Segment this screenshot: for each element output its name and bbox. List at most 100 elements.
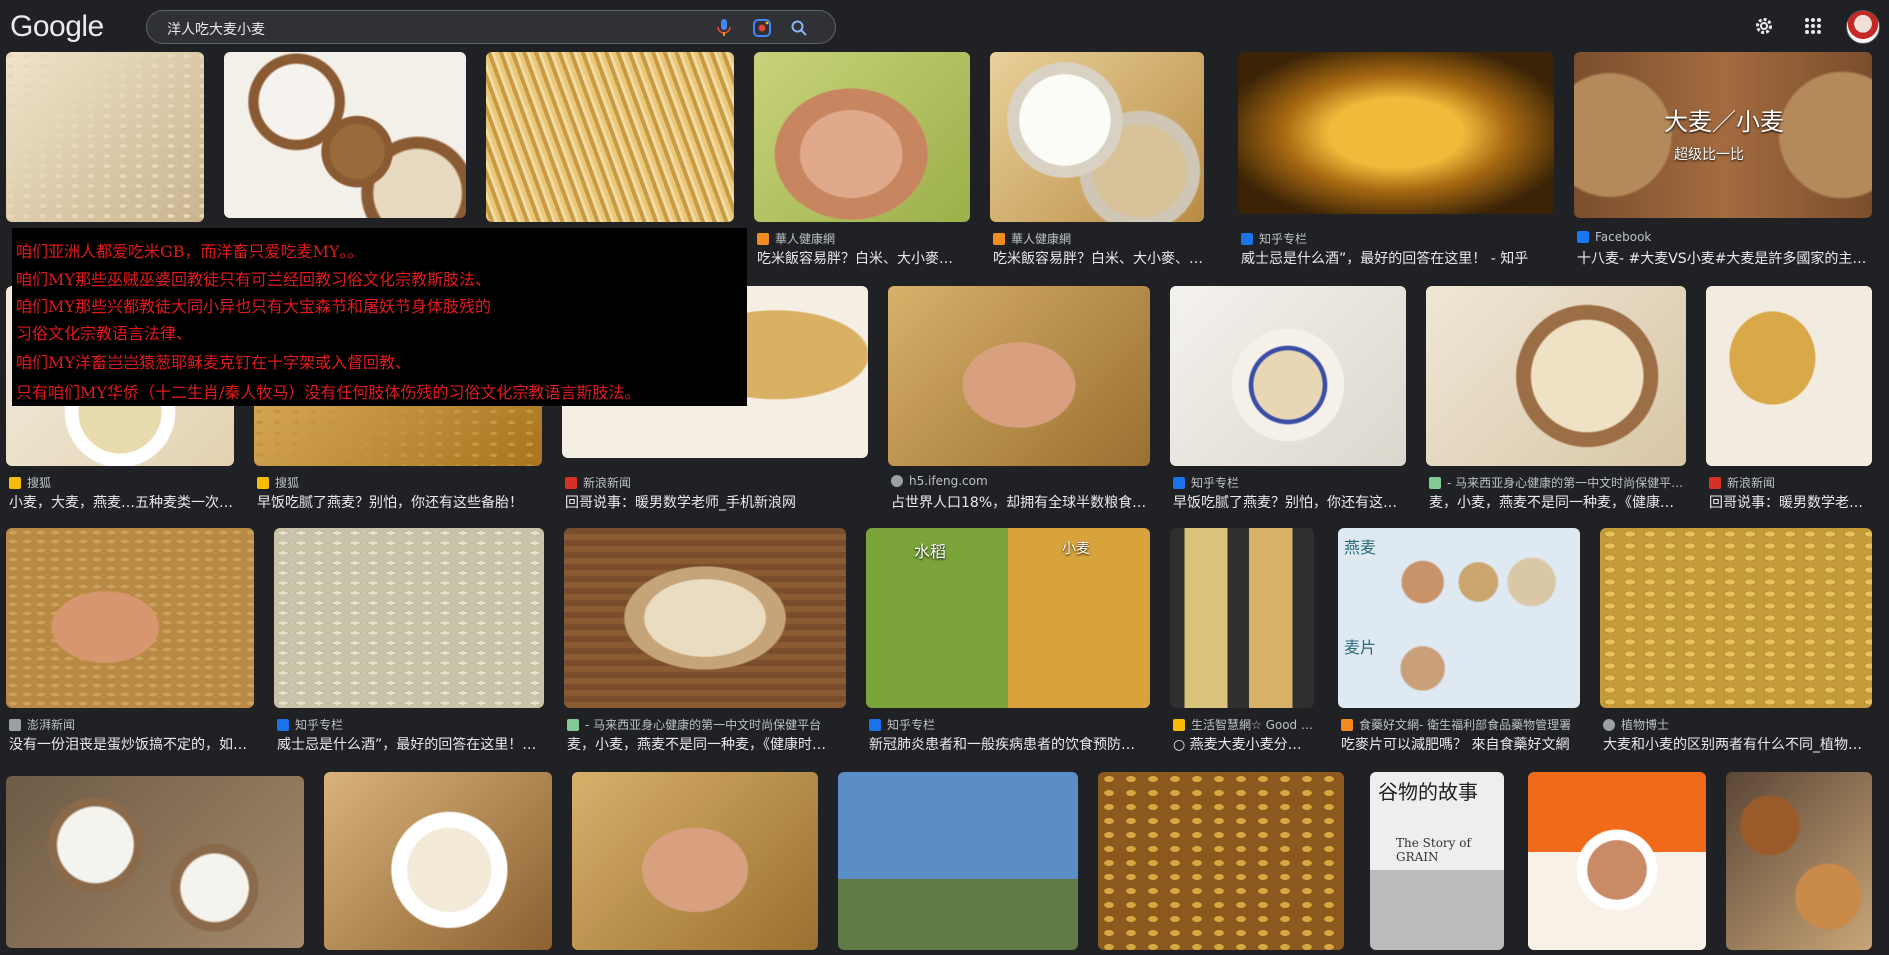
result-source[interactable]: 知乎专栏 (869, 716, 1153, 733)
result-caption[interactable]: 威士忌是什么酒”，最好的回答在这里！… (277, 734, 543, 754)
result-thumbnail[interactable] (1528, 772, 1706, 950)
overlay-line: 咱们亚洲人都爱吃米GB，而洋畜只爱吃麦MY。。 (16, 242, 364, 261)
result-source[interactable]: 知乎专栏 (1173, 474, 1409, 491)
top-bar: Google 洋人吃大麦小麦 (0, 0, 1889, 52)
source-favicon-icon (1429, 476, 1441, 489)
source-favicon-icon (993, 232, 1005, 245)
result-thumbnail[interactable] (1170, 286, 1406, 466)
result-thumbnail[interactable] (1600, 528, 1872, 708)
mic-icon[interactable] (714, 18, 734, 38)
book-title: 谷物的故事 (1378, 780, 1478, 804)
result-source[interactable]: 食藥好文網- 衛生福利部食品藥物管理署 (1341, 716, 1583, 733)
result-caption[interactable]: 早饭吃腻了燕麦？别怕，你还有这… (1173, 492, 1405, 512)
result-caption[interactable]: 大麦和小麦的区别两者有什么不同_植物… (1603, 734, 1871, 754)
result-thumbnail[interactable]: 水稻 小麦 (866, 528, 1150, 708)
result-thumbnail[interactable]: 大麦／小麦 超级比一比 (1574, 52, 1872, 218)
result-source[interactable]: 華人健康網 (993, 230, 1207, 247)
result-source[interactable]: 新浪新闻 (1709, 474, 1875, 491)
result-source[interactable]: 生活智慧網☆ Good … (1173, 716, 1317, 733)
search-icon[interactable] (789, 18, 809, 38)
result-caption[interactable]: 麦，小麦，燕麦不是同一种麦，《健康时… (567, 734, 845, 754)
source-favicon-icon (565, 476, 577, 489)
account-avatar[interactable] (1846, 10, 1880, 44)
source-favicon-icon (1173, 718, 1185, 731)
result-source[interactable]: Facebook (1577, 230, 1875, 244)
source-favicon-icon (1341, 718, 1353, 731)
source-favicon-icon (567, 718, 579, 731)
result-source[interactable]: - 马来西亚身心健康的第一中文时尚保健平… (1429, 474, 1689, 491)
image-label-wheat: 小麦 (1062, 541, 1090, 557)
result-caption[interactable]: 小麦，大麦，燕麦…五种麦类一次… (9, 492, 233, 512)
result-source[interactable]: 華人健康網 (757, 230, 973, 247)
banner-subtitle: 超级比一比 (1674, 147, 1744, 163)
result-thumbnail[interactable] (6, 776, 304, 948)
result-thumbnail[interactable] (324, 772, 552, 950)
result-thumbnail[interactable] (274, 528, 544, 708)
result-thumbnail[interactable]: 谷物的故事 The Story of GRAIN (1370, 772, 1504, 950)
result-source[interactable]: 知乎专栏 (277, 716, 547, 733)
source-favicon-icon (1709, 476, 1721, 489)
result-caption[interactable]: ○ 燕麦大麦小麦分不… (1173, 734, 1313, 754)
result-source[interactable]: 新浪新闻 (565, 474, 871, 491)
camera-lens-icon[interactable] (752, 18, 772, 38)
result-thumbnail[interactable] (1726, 772, 1872, 950)
apps-grid-icon[interactable] (1801, 14, 1825, 38)
result-thumbnail[interactable] (6, 528, 254, 708)
result-caption[interactable]: 回哥说事：暖男数学老师_手机新浪网 (565, 492, 867, 512)
source-favicon-icon (9, 476, 21, 489)
source-favicon-icon (277, 718, 289, 731)
result-source[interactable]: 知乎专栏 (1241, 230, 1557, 247)
result-caption[interactable]: 吃麥片可以減肥嗎？ 來自食藥好文網 (1341, 734, 1579, 754)
result-caption[interactable]: 吃米飯容易胖？白米、大小麥… (757, 248, 969, 268)
result-thumbnail[interactable] (1238, 52, 1554, 214)
result-thumbnail[interactable] (224, 52, 466, 218)
result-caption[interactable]: 威士忌是什么酒”，最好的回答在这里！ - 知乎 (1241, 248, 1553, 268)
banner-title: 大麦／小麦 (1664, 108, 1784, 136)
overlay-line: 只有咱们MY华侨（十二生肖/秦人牧马）没有任何肢体伤残的习俗文化宗教语言斯肢法。 (16, 383, 641, 402)
result-source[interactable]: 植物博士 (1603, 716, 1875, 733)
source-favicon-icon (757, 232, 769, 245)
source-favicon-icon (257, 476, 269, 489)
google-logo[interactable]: Google (10, 10, 104, 44)
source-favicon-icon (869, 718, 881, 731)
result-thumbnail[interactable] (754, 52, 970, 222)
result-caption[interactable]: 麦，小麦，燕麦不是同一种麦，《健康… (1429, 492, 1685, 512)
result-thumbnail[interactable] (486, 52, 734, 222)
result-thumbnail[interactable] (6, 52, 204, 222)
result-caption[interactable]: 占世界人口18%，却拥有全球半数粮食… (891, 492, 1149, 512)
overlay-line: 咱们MY那些巫贼巫婆回教徒只有可兰经回教习俗文化宗教斯肢法、 (16, 270, 491, 289)
source-favicon-icon (1173, 476, 1185, 489)
search-input[interactable]: 洋人吃大麦小麦 (167, 19, 265, 39)
search-box[interactable]: 洋人吃大麦小麦 (146, 10, 836, 44)
result-caption[interactable]: 早饭吃腻了燕麦？别怕，你还有这些备胎！ (257, 492, 541, 512)
result-source[interactable]: - 马来西亚身心健康的第一中文时尚保健平台 (567, 716, 849, 733)
result-source[interactable]: 搜狐 (257, 474, 545, 491)
result-thumbnail[interactable] (990, 52, 1204, 222)
globe-icon (891, 475, 903, 487)
image-label-oat: 燕麦 (1344, 538, 1377, 557)
result-thumbnail[interactable] (1170, 528, 1314, 708)
result-thumbnail[interactable] (1098, 772, 1344, 950)
overlay-line: 习俗文化宗教语言法律、 (16, 324, 193, 343)
result-thumbnail[interactable] (572, 772, 818, 950)
result-source[interactable]: 搜狐 (9, 474, 237, 491)
result-caption[interactable]: 吃米飯容易胖？白米、大小麥、… (993, 248, 1203, 268)
result-source[interactable]: 澎湃新闻 (9, 716, 257, 733)
result-caption[interactable]: 新冠肺炎患者和一般疾病患者的饮食预防… (869, 734, 1149, 754)
result-thumbnail[interactable] (838, 772, 1078, 950)
gear-icon[interactable] (1752, 14, 1776, 38)
image-label-flakes: 麦片 (1344, 638, 1377, 657)
result-thumbnail[interactable] (1426, 286, 1686, 466)
result-source[interactable]: h5.ifeng.com (891, 474, 1153, 488)
overlay-text-box: 咱们亚洲人都爱吃米GB，而洋畜只爱吃麦MY。。 咱们MY那些巫贼巫婆回教徒只有可… (12, 228, 747, 406)
result-thumbnail[interactable]: 燕麦 麦片 (1338, 528, 1580, 708)
result-caption[interactable]: 没有一份泪丧是蛋炒饭搞不定的，如… (9, 734, 253, 754)
result-thumbnail[interactable] (888, 286, 1150, 466)
overlay-line: 咱们MY洋畜岂岂猿葱耶稣麦克钉在十字架或入督回教、 (16, 353, 411, 372)
result-thumbnail[interactable] (564, 528, 846, 708)
source-favicon-icon (1241, 232, 1253, 245)
result-caption[interactable]: 回哥说事：暖男数学老… (1709, 492, 1871, 512)
result-thumbnail[interactable] (1706, 286, 1872, 466)
overlay-line: 咱们MY那些兴都教徒大同小异也只有大宝森节和屠妖节身体肢残的 (16, 297, 491, 316)
result-caption[interactable]: 十八麦- #大麦VS小麦#大麦是許多國家的主… (1577, 248, 1871, 268)
